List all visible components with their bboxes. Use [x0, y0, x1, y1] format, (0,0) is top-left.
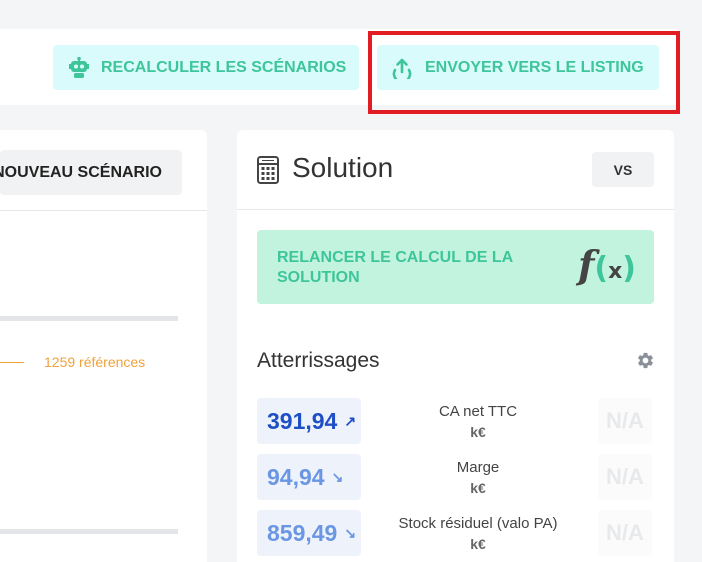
scenario-progress-track: [0, 316, 178, 321]
metric-stock-value: 859,49: [267, 519, 338, 546]
trend-up-icon: ↗: [344, 412, 357, 429]
metric-stock-value-box: 859,49 ↘: [257, 510, 361, 556]
send-to-listing-button[interactable]: ENVOYER VERS LE LISTING: [377, 45, 659, 90]
function-x: x: [608, 259, 623, 284]
function-f: f: [578, 242, 595, 287]
metric-ca-compare: N/A: [598, 398, 652, 444]
metric-marge-label: Marge: [456, 459, 500, 476]
metric-ca-label: CA net TTC: [438, 403, 518, 420]
solution-divider: [237, 209, 674, 210]
metric-ca-unit: k€: [470, 424, 486, 440]
new-scenario-button[interactable]: NOUVEAU SCÉNARIO: [0, 150, 182, 195]
metric-stock-compare: N/A: [598, 510, 652, 556]
trend-down-icon: ↘: [331, 468, 344, 485]
trend-down-icon: ↘: [344, 524, 357, 541]
solution-title: Solution: [292, 152, 394, 183]
robot-icon: [69, 56, 89, 78]
recalculate-scenarios-label: RECALCULER LES SCÉNARIOS: [101, 58, 347, 76]
atterrissages-title: Atterrissages: [257, 349, 380, 372]
metric-ca-value-box: 391,94 ↗: [257, 398, 361, 444]
calculator-icon: [257, 156, 279, 184]
relaunch-calculation-label: RELANCER LE CALCUL DE LA SOLUTION: [277, 249, 513, 286]
upload-icon: [392, 58, 412, 79]
references-legend-line: [0, 362, 24, 363]
function-close-paren: ): [622, 251, 636, 286]
new-scenario-label: NOUVEAU SCÉNARIO: [0, 163, 162, 181]
scenario-progress-track-2: [0, 529, 178, 534]
metric-stock-unit: k€: [470, 536, 486, 552]
recalculate-scenarios-button[interactable]: RECALCULER LES SCÉNARIOS: [53, 45, 359, 90]
gear-icon[interactable]: [636, 351, 655, 370]
metric-marge-value: 94,94: [267, 463, 325, 490]
relaunch-calculation-button[interactable]: RELANCER LE CALCUL DE LA SOLUTION f(x): [257, 230, 654, 304]
metric-marge-unit: k€: [470, 480, 486, 496]
metric-marge-value-box: 94,94 ↘: [257, 454, 361, 500]
metric-marge-compare: N/A: [598, 454, 652, 500]
scenarios-divider: [0, 210, 207, 211]
references-count: 1259 références: [44, 354, 146, 370]
function-open-paren: (: [594, 251, 609, 286]
metric-ca-value: 391,94: [267, 407, 338, 434]
send-to-listing-label: ENVOYER VERS LE LISTING: [425, 58, 644, 76]
function-icon: f(x): [578, 243, 636, 294]
metric-stock-label: Stock résiduel (valo PA): [398, 515, 558, 532]
compare-vs-button[interactable]: VS: [592, 152, 654, 187]
